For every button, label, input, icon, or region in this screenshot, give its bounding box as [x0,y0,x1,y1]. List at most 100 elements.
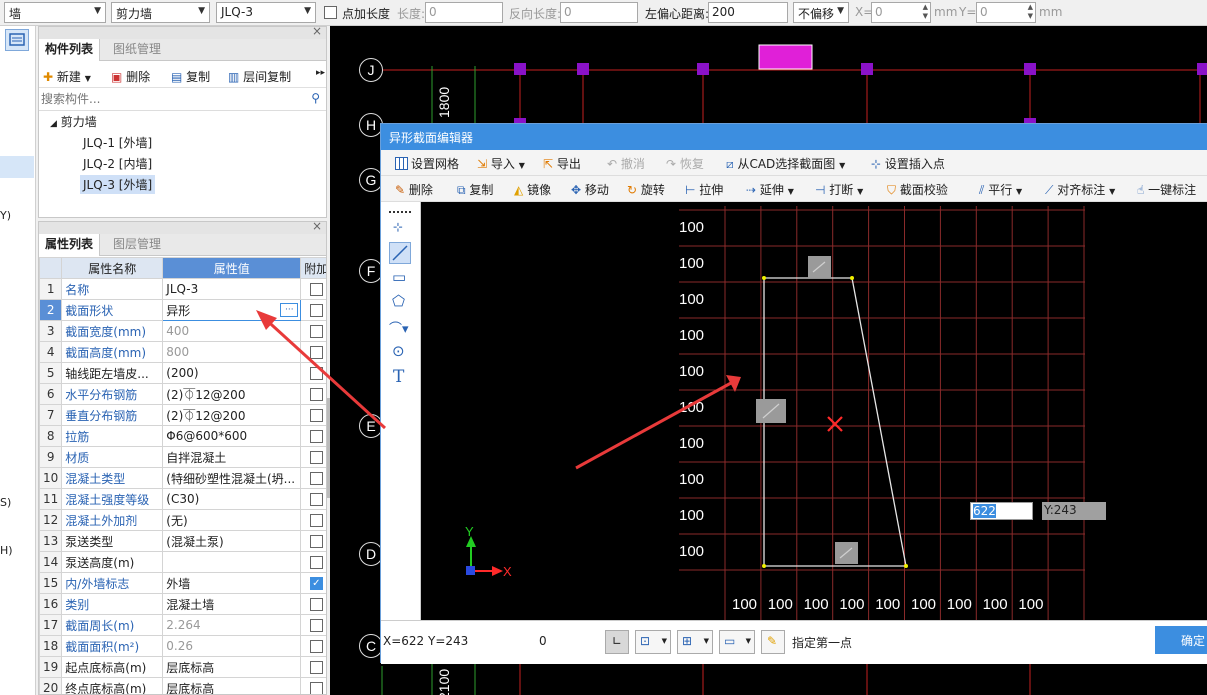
checkbox-icon[interactable] [309,367,323,380]
extra-checkbox[interactable] [300,488,326,510]
property-value[interactable] [162,551,302,573]
checkbox-icon[interactable] [309,493,323,506]
undo-button[interactable]: ↶ 撤消 [607,155,645,172]
extra-checkbox[interactable] [300,593,326,615]
extend-button[interactable]: ⇢ 延伸 ▼ [746,181,794,198]
extra-checkbox[interactable] [300,320,326,342]
tree-item-jlq2[interactable]: JLQ-2 [内墙] [80,154,155,173]
cad-select-button[interactable]: ⧄ 从CAD选择截面图 ▼ [726,155,845,172]
search-box[interactable]: ⚲ [39,89,326,111]
checkbox-icon[interactable] [309,472,323,485]
circle-tool-icon[interactable]: ⊙ [392,342,405,360]
table-row[interactable]: 10 混凝土类型 (特细砂塑性混凝土(坍... [39,467,326,489]
section-check-button[interactable]: ⛉ 截面校验 [887,181,948,198]
property-value[interactable]: 混凝土墙 [162,593,302,615]
checkbox-icon[interactable] [309,661,323,674]
property-value[interactable]: Φ6@600*600 [162,425,302,447]
table-row[interactable]: 6 水平分布钢筋 (2)⏁12@200 [39,383,326,405]
extra-checkbox[interactable] [300,425,326,447]
table-row[interactable]: 15 内/外墙标志 外墙 ✓ [39,572,326,594]
line-tool-icon[interactable] [389,242,411,264]
type-select[interactable]: 墙 ▼ [4,2,106,23]
reverse-length-input[interactable]: 0 [560,2,638,23]
tab-component-list[interactable]: 构件列表 [39,39,101,61]
extra-checkbox[interactable] [300,530,326,552]
point-tool-icon[interactable]: ⊹ [393,220,403,234]
checkbox-icon[interactable] [309,451,323,464]
checkbox-icon[interactable] [309,430,323,443]
coord-x-input[interactable]: 622 [970,502,1033,520]
property-value[interactable]: (2)⏁12@200 [162,404,302,426]
import-button[interactable]: ⇲ 导入 ▼ [477,155,525,172]
parallel-button[interactable]: ⫽ 平行 ▼ [979,181,1022,198]
checkbox-icon[interactable] [309,304,323,317]
table-row[interactable]: 13 泵送类型 (混凝土泵) [39,530,326,552]
search-input[interactable] [39,89,299,109]
delete-button[interactable]: ✎ 删除 [395,181,433,198]
extra-checkbox[interactable] [300,446,326,468]
spinner-icon[interactable]: ▲ ▼ [1028,3,1033,21]
ok-button[interactable]: 确定 [1155,626,1207,654]
table-row[interactable]: 11 混凝土强度等级 (C30) [39,488,326,510]
checkbox-icon[interactable] [309,598,323,611]
property-value[interactable]: (特细砂塑性混凝土(坍... [162,467,302,489]
table-row[interactable]: 8 拉筋 Φ6@600*600 [39,425,326,447]
extra-checkbox[interactable] [300,404,326,426]
table-row[interactable]: 2 截面形状 异形 ··· [39,299,326,321]
subtype-select[interactable]: 剪力墙 ▼ [111,2,210,23]
tree-root-shear-wall[interactable]: ◢ 剪力墙 [47,112,100,131]
close-icon[interactable]: × [312,24,322,38]
set-grid-button[interactable]: 设置网格 [395,155,459,172]
extra-checkbox[interactable] [300,614,326,636]
track-toggle-icon[interactable]: ⊞ ▼ [677,630,713,654]
table-row[interactable]: 9 材质 自拌混凝土 [39,446,326,468]
property-value[interactable]: 异形 ··· [162,299,302,321]
property-value[interactable]: (C30) [162,488,302,510]
y-coord-input[interactable]: 0 ▲ ▼ [976,2,1036,23]
extra-checkbox[interactable] [300,383,326,405]
new-button[interactable]: ✚ 新建 ▼ [43,68,91,85]
expand-icon[interactable]: ◢ [50,119,57,129]
rectangle-tool-icon[interactable]: ▭ [392,268,406,286]
copy-button[interactable]: ⧉ 复制 [457,181,493,198]
ellipsis-button[interactable]: ··· [280,303,299,317]
table-row[interactable]: 1 名称 JLQ-3 [39,278,326,300]
offset-select[interactable]: 不偏移 ▼ [793,2,849,23]
extra-checkbox[interactable] [300,299,326,321]
checkbox-icon[interactable] [309,283,323,296]
property-value[interactable]: 400 [162,320,302,342]
property-value[interactable]: 层底标高 [162,677,302,694]
checkbox-icon[interactable] [309,346,323,359]
property-value[interactable]: 外墙 [162,572,302,594]
property-value[interactable]: (无) [162,509,302,531]
tree-item-jlq1[interactable]: JLQ-1 [外墙] [80,133,155,152]
checkbox-icon[interactable] [309,409,323,422]
checkbox-icon[interactable] [309,619,323,632]
checked-checkbox-icon[interactable]: ✓ [309,577,323,590]
checkbox-icon[interactable] [309,325,323,338]
table-row[interactable]: 16 类别 混凝土墙 [39,593,326,615]
search-icon[interactable]: ⚲ [311,91,320,105]
extra-checkbox[interactable] [300,341,326,363]
rotate-button[interactable]: ↻ 旋转 [627,181,665,198]
delete-button[interactable]: ▣ 删除 [111,68,150,85]
table-row[interactable]: 4 截面高度(mm) 800 [39,341,326,363]
property-value[interactable]: 0.26 [162,635,302,657]
checkbox-icon[interactable] [309,514,323,527]
table-row[interactable]: 19 起点底标高(m) 层底标高 [39,656,326,678]
tab-drawing-management[interactable]: 图纸管理 [107,39,167,61]
stretch-button[interactable]: ⊢ 拉伸 [685,181,723,198]
ortho-toggle-icon[interactable]: ∟ [605,630,629,654]
move-button[interactable]: ✥ 移动 [571,181,609,198]
property-value[interactable]: 2.264 [162,614,302,636]
export-button[interactable]: ⇱ 导出 [543,155,581,172]
extra-checkbox[interactable] [300,551,326,573]
table-row[interactable]: 18 截面面积(m²) 0.26 [39,635,326,657]
more-icon[interactable]: ▸▸ [316,68,325,78]
edit-toggle-icon[interactable]: ✎ [761,630,785,654]
text-tool-icon[interactable]: T [393,367,404,387]
checkbox-icon[interactable] [309,556,323,569]
property-value[interactable]: 800 [162,341,302,363]
table-row[interactable]: 3 截面宽度(mm) 400 [39,320,326,342]
mirror-button[interactable]: ◭ 镜像 [514,181,551,198]
